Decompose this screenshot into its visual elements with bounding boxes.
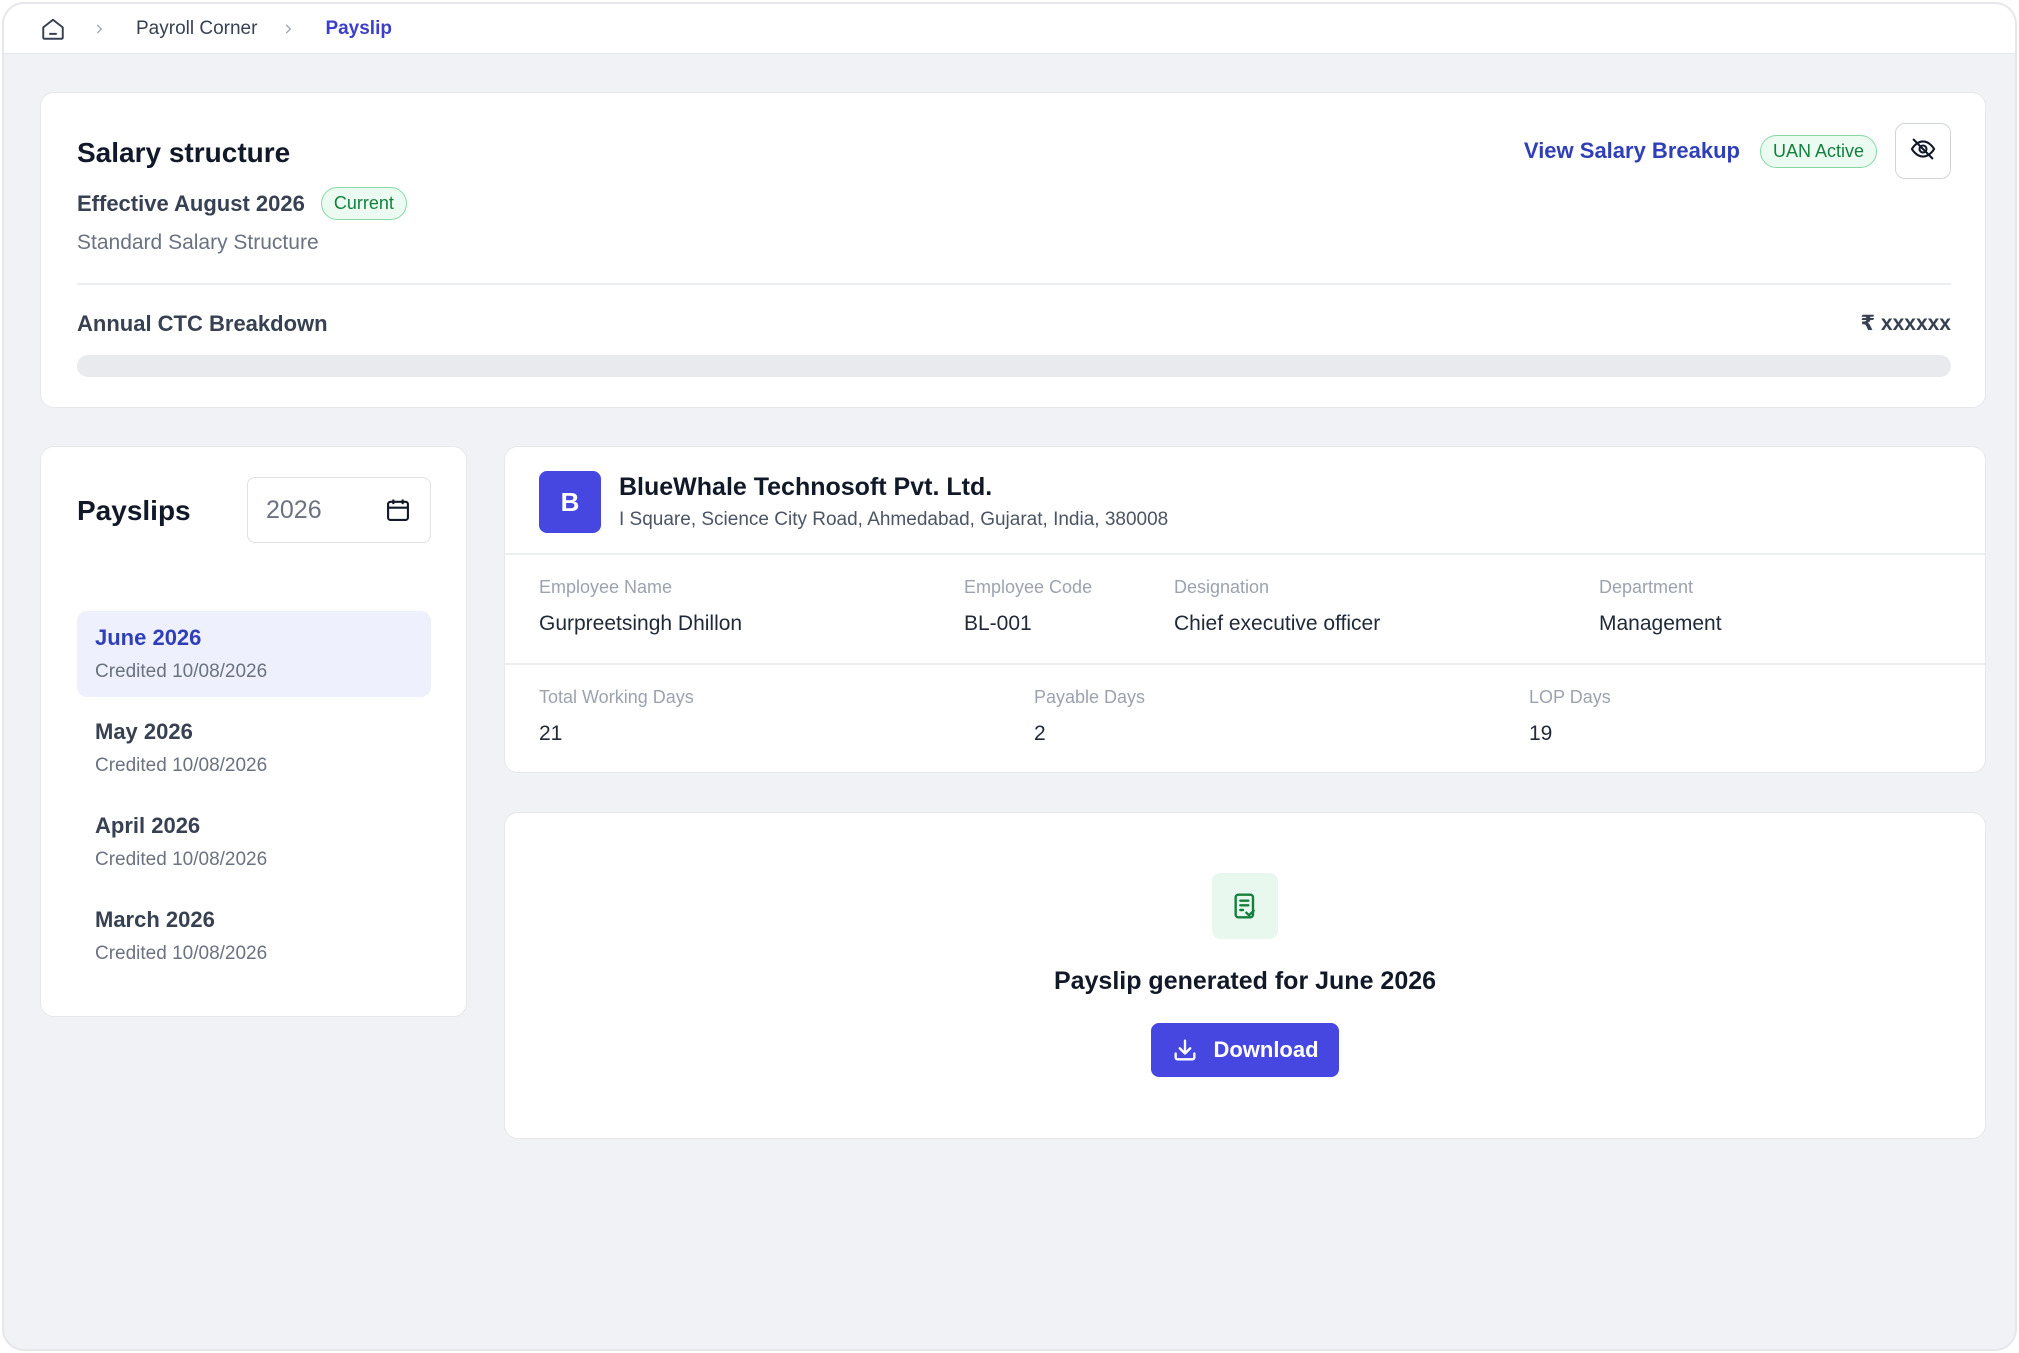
total-working-days-value: 21 bbox=[539, 722, 563, 745]
field-label: Employee Code bbox=[964, 577, 1093, 597]
field-label: Payable Days bbox=[1034, 687, 1146, 707]
breadcrumb-payslip: Payslip bbox=[325, 17, 392, 39]
field-label: Total Working Days bbox=[539, 687, 694, 707]
effective-date: Effective August 2026 bbox=[77, 190, 305, 216]
salary-structure-card: Salary structure Effective August 2026 C… bbox=[40, 92, 1986, 408]
annual-ctc-label: Annual CTC Breakdown bbox=[77, 311, 328, 336]
payslip-month: May 2026 bbox=[95, 719, 193, 744]
field-label: LOP Days bbox=[1529, 687, 1611, 707]
department-value: Management bbox=[1599, 612, 1722, 635]
payslip-credited-date: Credited 10/08/2026 bbox=[95, 849, 268, 870]
eye-off-icon bbox=[1909, 135, 1937, 168]
structure-name: Standard Salary Structure bbox=[77, 231, 319, 254]
payslip-generated-message: Payslip generated for June 2026 bbox=[1053, 967, 1437, 995]
chevron-right-icon bbox=[281, 20, 299, 38]
payslip-credited-date: Credited 10/08/2026 bbox=[95, 755, 268, 776]
year-value: 2026 bbox=[266, 495, 322, 524]
company-name: BlueWhale Technosoft Pvt. Ltd. bbox=[619, 473, 993, 501]
toggle-visibility-button[interactable] bbox=[1895, 123, 1951, 179]
app-frame: Payroll Corner Payslip Salary structure … bbox=[2, 2, 2017, 1351]
employee-code-field: Employee Code BL-001 bbox=[964, 577, 1092, 636]
breadcrumb: Payroll Corner Payslip bbox=[4, 4, 2015, 54]
payslip-month: March 2026 bbox=[95, 907, 215, 932]
payable-days-value: 2 bbox=[1034, 722, 1046, 745]
payslip-item-may-2026[interactable]: May 2026 Credited 10/08/2026 bbox=[77, 705, 431, 791]
payslip-month: June 2026 bbox=[95, 625, 202, 650]
employee-details-card: B BlueWhale Technosoft Pvt. Ltd. I Squar… bbox=[504, 446, 1986, 773]
field-label: Employee Name bbox=[539, 577, 673, 597]
payslip-credited-date: Credited 10/08/2026 bbox=[95, 661, 268, 682]
year-picker[interactable]: 2026 bbox=[247, 477, 431, 543]
payslip-item-june-2026[interactable]: June 2026 Credited 10/08/2026 bbox=[77, 611, 431, 697]
lop-days-field: LOP Days 19 bbox=[1529, 687, 1611, 746]
field-label: Department bbox=[1599, 577, 1694, 597]
divider bbox=[77, 283, 1951, 285]
employee-name-field: Employee Name Gurpreetsingh Dhillon bbox=[539, 577, 742, 636]
uan-status-badge: UAN Active bbox=[1759, 134, 1877, 168]
employee-name-value: Gurpreetsingh Dhillon bbox=[539, 612, 743, 635]
home-icon[interactable] bbox=[40, 15, 68, 43]
payslip-month: April 2026 bbox=[95, 813, 201, 838]
download-icon bbox=[1171, 1035, 1201, 1065]
payslip-item-april-2026[interactable]: April 2026 Credited 10/08/2026 bbox=[77, 799, 431, 885]
chevron-right-icon bbox=[92, 20, 110, 38]
designation-field: Designation Chief executive officer bbox=[1174, 577, 1380, 636]
designation-value: Chief executive officer bbox=[1174, 612, 1381, 635]
employee-code-value: BL-001 bbox=[964, 612, 1032, 635]
calendar-icon bbox=[384, 495, 414, 525]
view-salary-breakup-link[interactable]: View Salary Breakup bbox=[1524, 138, 1740, 164]
payslip-credited-date: Credited 10/08/2026 bbox=[95, 943, 268, 964]
payslips-title: Payslips bbox=[77, 495, 191, 526]
document-check-icon bbox=[1212, 873, 1278, 939]
payable-days-field: Payable Days 2 bbox=[1034, 687, 1145, 746]
annual-ctc-value: ₹ xxxxxx bbox=[1860, 312, 1951, 335]
total-working-days-field: Total Working Days 21 bbox=[539, 687, 694, 746]
effective-row: Effective August 2026 Current bbox=[77, 187, 407, 220]
download-label: Download bbox=[1213, 1037, 1319, 1062]
field-label: Designation bbox=[1174, 577, 1270, 597]
salary-actions: View Salary Breakup UAN Active bbox=[1524, 123, 1951, 179]
divider bbox=[505, 553, 1985, 555]
breadcrumb-payroll-corner[interactable]: Payroll Corner bbox=[136, 18, 257, 40]
download-button[interactable]: Download bbox=[1151, 1023, 1339, 1077]
payslip-generated-card: Payslip generated for June 2026 Download bbox=[504, 812, 1986, 1139]
department-field: Department Management bbox=[1599, 577, 1722, 636]
lop-days-value: 19 bbox=[1529, 722, 1553, 745]
current-badge: Current bbox=[320, 187, 407, 220]
ctc-breakdown-bar bbox=[77, 355, 1951, 377]
payslips-card: Payslips 2026 June 2026 Credited 10/08/2… bbox=[40, 446, 467, 1017]
salary-structure-title: Salary structure bbox=[77, 137, 291, 168]
company-address: I Square, Science City Road, Ahmedabad, … bbox=[619, 509, 1169, 530]
divider bbox=[505, 663, 1985, 665]
company-logo: B bbox=[539, 471, 601, 533]
payslip-item-march-2026[interactable]: March 2026 Credited 10/08/2026 bbox=[77, 893, 431, 979]
